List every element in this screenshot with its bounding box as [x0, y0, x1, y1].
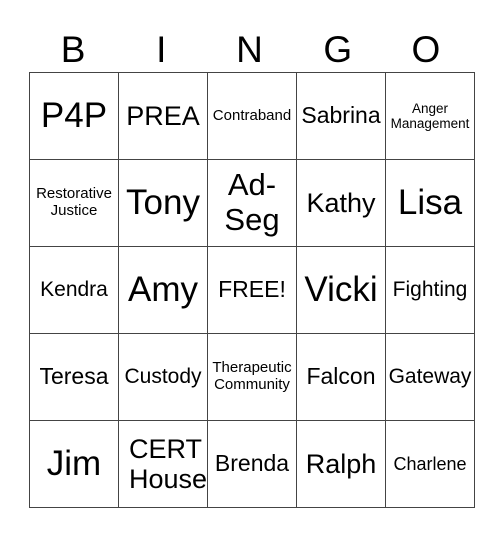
bingo-cell[interactable]: Gateway	[385, 333, 475, 421]
bingo-cell[interactable]: Charlene	[385, 420, 475, 508]
bingo-cell[interactable]: Contraband	[207, 72, 297, 160]
bingo-cell[interactable]: P4P	[29, 72, 119, 160]
header-letter-i: I	[156, 29, 167, 70]
bingo-header: B I N G O	[29, 28, 470, 72]
bingo-grid: P4P PREA Contraband Sabrina Anger Manage…	[29, 72, 475, 508]
grid-row: Jim CERT House Brenda Ralph Charlene	[29, 420, 475, 508]
bingo-cell[interactable]: Kendra	[29, 246, 119, 334]
grid-row: Kendra Amy FREE! Vicki Fighting	[29, 246, 475, 334]
bingo-cell[interactable]: Amy	[118, 246, 208, 334]
bingo-cell[interactable]: Sabrina	[296, 72, 386, 160]
bingo-cell[interactable]: CERT House	[118, 420, 208, 508]
header-letter-n: N	[236, 29, 263, 70]
bingo-cell[interactable]: Anger Management	[385, 72, 475, 160]
bingo-cell[interactable]: Kathy	[296, 159, 386, 247]
bingo-cell[interactable]: Ad-Seg	[207, 159, 297, 247]
grid-row: Restorative Justice Tony Ad-Seg Kathy Li…	[29, 159, 475, 247]
bingo-cell[interactable]: Vicki	[296, 246, 386, 334]
bingo-cell[interactable]: Therapeutic Community	[207, 333, 297, 421]
bingo-cell[interactable]: Restorative Justice	[29, 159, 119, 247]
header-letter-o: O	[411, 29, 441, 70]
bingo-cell[interactable]: Custody	[118, 333, 208, 421]
bingo-cell[interactable]: Ralph	[296, 420, 386, 508]
bingo-cell[interactable]: Jim	[29, 420, 119, 508]
bingo-cell[interactable]: Teresa	[29, 333, 119, 421]
bingo-cell[interactable]: Fighting	[385, 246, 475, 334]
bingo-cell[interactable]: Brenda	[207, 420, 297, 508]
header-letter-g: G	[323, 29, 353, 70]
grid-row: P4P PREA Contraband Sabrina Anger Manage…	[29, 72, 475, 160]
bingo-cell[interactable]: Tony	[118, 159, 208, 247]
free-space-cell[interactable]: FREE!	[207, 246, 297, 334]
bingo-cell[interactable]: Falcon	[296, 333, 386, 421]
bingo-cell[interactable]: PREA	[118, 72, 208, 160]
bingo-cell[interactable]: Lisa	[385, 159, 475, 247]
grid-row: Teresa Custody Therapeutic Community Fal…	[29, 333, 475, 421]
header-letter-b: B	[60, 29, 86, 70]
